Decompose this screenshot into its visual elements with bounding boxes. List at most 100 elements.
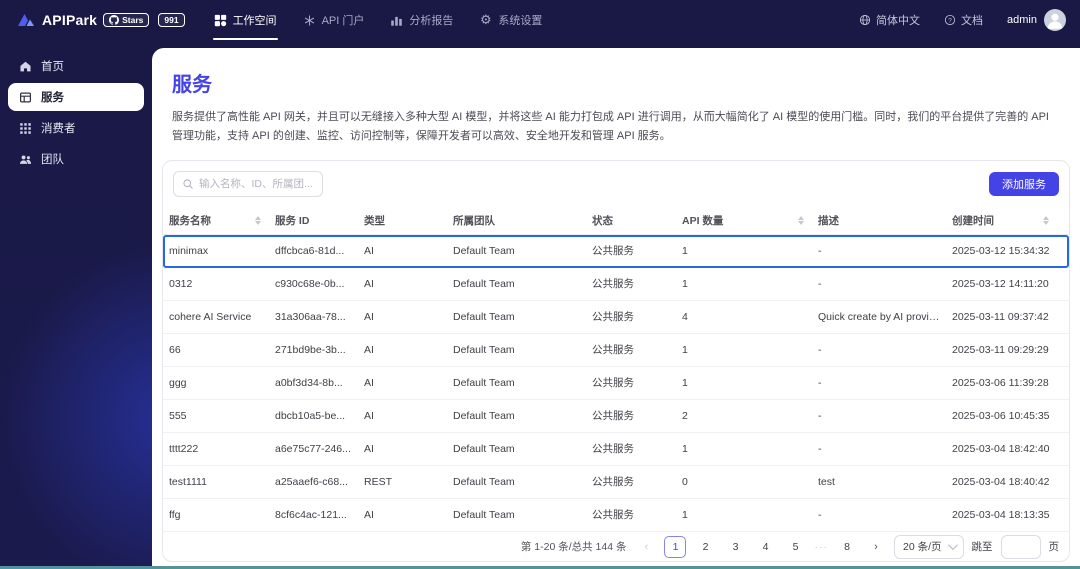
column-header: 类型	[364, 213, 453, 228]
gear-icon: ⚙	[480, 12, 492, 28]
table-row[interactable]: 66 271bd9be-3b... AI Default Team 公共服务 1…	[163, 334, 1069, 367]
table-row[interactable]: cohere AI Service 31a306aa-78... AI Defa…	[163, 301, 1069, 334]
cell-created-time: 2025-03-12 15:34:32	[952, 244, 1050, 257]
cell-description: -	[818, 343, 822, 356]
cell-status: 公共服务	[592, 377, 634, 389]
language-switcher[interactable]: 简体中文	[859, 12, 920, 28]
sidebar-item-teams[interactable]: 团队	[8, 145, 144, 173]
cell-description: -	[818, 508, 822, 521]
table-row[interactable]: ggg a0bf3d34-8b... AI Default Team 公共服务 …	[163, 367, 1069, 400]
cell-service-id: a25aaef6-c68...	[275, 475, 348, 488]
docs-link[interactable]: ? 文档	[944, 12, 983, 28]
cell-type: AI	[364, 244, 374, 257]
cell-api-count: 1	[682, 508, 688, 521]
brand[interactable]: APIPark Stars 991	[16, 10, 185, 30]
cell-team: Default Team	[453, 442, 515, 455]
table-row[interactable]: minimax dffcbca6-81d... AI Default Team …	[163, 234, 1069, 268]
github-stars-count[interactable]: 991	[158, 13, 185, 27]
cell-type: AI	[364, 442, 374, 455]
cell-service-id: 271bd9be-3b...	[275, 343, 346, 356]
top-menu: 工作空间 API 门户 分析报告 ⚙ 系统设置	[201, 0, 556, 40]
chevron-down-icon	[947, 540, 958, 551]
nav-item-analytics[interactable]: 分析报告	[377, 0, 466, 40]
nav-item-api-portal[interactable]: API 门户	[290, 0, 378, 40]
user-menu[interactable]: admin	[1007, 9, 1066, 31]
services-icon	[18, 90, 32, 104]
services-card: 添加服务 服务名称 服务 ID 类型 所属团队 状态 API 数量 描述 创建时…	[162, 159, 1070, 562]
cell-type: REST	[364, 475, 393, 488]
cell-created-time: 2025-03-04 18:40:42	[952, 475, 1050, 488]
cell-service-id: c930c68e-0b...	[275, 277, 345, 290]
cell-service-name: 0312	[169, 277, 193, 290]
cell-description: -	[818, 277, 822, 290]
page-button-3[interactable]: 3	[724, 536, 746, 558]
github-stars-label: Stars	[122, 15, 144, 25]
language-label: 简体中文	[876, 15, 921, 27]
page-button-2[interactable]: 2	[694, 536, 716, 558]
page-size-value: 20 条/页	[902, 541, 942, 553]
cell-api-count: 2	[682, 409, 688, 422]
page-button-4[interactable]: 4	[754, 536, 776, 558]
cell-service-name: 555	[169, 409, 187, 422]
cell-team: Default Team	[453, 310, 515, 323]
cell-description: Quick create by AI provider	[818, 310, 945, 323]
search-input[interactable]	[199, 177, 314, 190]
cell-created-time: 2025-03-06 10:45:35	[952, 409, 1050, 422]
cell-created-time: 2025-03-06 11:39:28	[952, 376, 1049, 389]
cell-team: Default Team	[453, 376, 515, 389]
next-page-button[interactable]: ›	[866, 536, 886, 558]
prev-page-button[interactable]: ‹	[636, 536, 656, 558]
cell-status: 公共服务	[592, 410, 634, 422]
sidebar-item-services[interactable]: 服务	[8, 83, 144, 111]
cell-type: AI	[364, 310, 374, 323]
column-header-label: 描述	[818, 214, 839, 227]
sort-icon[interactable]	[255, 215, 261, 225]
workspace-icon	[214, 14, 227, 27]
search-box[interactable]	[173, 170, 323, 197]
page-size-select[interactable]: 20 条/页	[893, 534, 964, 559]
cell-api-count: 1	[682, 442, 688, 455]
cell-api-count: 1	[682, 277, 688, 290]
nav-item-label: 系统设置	[498, 15, 543, 27]
column-header-label: 状态	[592, 214, 613, 227]
cell-type: AI	[364, 376, 374, 389]
page-button-5[interactable]: 5	[784, 536, 806, 558]
column-header-label: 创建时间	[952, 214, 994, 227]
sidebar-item-consumers[interactable]: 消费者	[8, 114, 144, 142]
sidebar-item-label: 团队	[41, 154, 64, 166]
cell-api-count: 0	[682, 475, 688, 488]
page-button-1[interactable]: 1	[664, 535, 687, 558]
pagination: 第 1-20 条/总共 144 条 ‹ 1 2 3 4 5 ··· 8 › 20 条/页 跳…	[163, 532, 1069, 561]
page-unit-label: 页	[1048, 541, 1060, 553]
nav-item-settings[interactable]: ⚙ 系统设置	[466, 0, 555, 40]
cell-created-time: 2025-03-04 18:13:35	[952, 508, 1050, 521]
column-header-label: API 数量	[682, 214, 724, 227]
cell-service-id: dffcbca6-81d...	[275, 244, 345, 257]
page-ellipsis[interactable]: ···	[814, 541, 828, 553]
jump-page-input[interactable]	[1000, 534, 1041, 559]
table-row[interactable]: tttt222 a6e75c77-246... AI Default Team …	[163, 433, 1069, 466]
cell-service-id: 8cf6c4ac-121...	[275, 508, 347, 521]
cell-description: -	[818, 244, 822, 257]
column-header: API 数量	[682, 213, 818, 228]
apipark-logo-icon	[16, 10, 36, 30]
sort-icon[interactable]	[798, 215, 804, 225]
page-title: 服务	[172, 74, 212, 96]
table-row[interactable]: ffg 8cf6c4ac-121... AI Default Team 公共服务…	[163, 499, 1069, 532]
cell-api-count: 1	[682, 343, 688, 356]
sort-icon[interactable]	[1043, 215, 1049, 225]
nav-item-workspace[interactable]: 工作空间	[201, 0, 290, 40]
page-button-8[interactable]: 8	[836, 536, 858, 558]
github-stars-badge[interactable]: Stars	[103, 13, 150, 27]
table-row[interactable]: 0312 c930c68e-0b... AI Default Team 公共服务…	[163, 268, 1069, 301]
table-row[interactable]: test1111 a25aaef6-c68... REST Default Te…	[163, 466, 1069, 499]
help-icon: ?	[944, 14, 956, 26]
cell-description: test	[818, 475, 835, 488]
table-row[interactable]: 555 dbcb10a5-be... AI Default Team 公共服务 …	[163, 400, 1069, 433]
sidebar-item-home[interactable]: 首页	[8, 52, 144, 80]
add-service-button[interactable]: 添加服务	[989, 171, 1059, 196]
column-header: 所属团队	[453, 213, 592, 228]
cell-description: -	[818, 442, 822, 455]
cell-service-name: 66	[169, 343, 181, 356]
cell-created-time: 2025-03-11 09:29:29	[952, 343, 1049, 356]
